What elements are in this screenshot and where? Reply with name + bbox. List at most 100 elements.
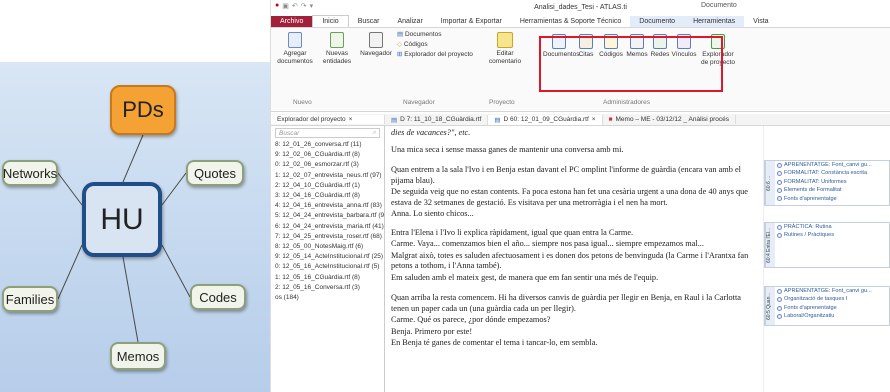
- list-item[interactable]: 8: 12_01_26_conversa.rtf (11): [271, 140, 384, 150]
- menu-bar: Archivo Inicio Buscar Analizar Importar …: [271, 14, 890, 28]
- tab-memo-label: Memo – ME - 03/12/12 _ Anàlisi procés: [615, 116, 729, 123]
- code-label[interactable]: FORMALITAT: Constància escrita: [777, 169, 889, 177]
- code-icon: [777, 196, 782, 202]
- tab-herramientas[interactable]: Herramientas: [684, 16, 745, 27]
- list-item[interactable]: 9: 12_02_06_CGuàrdia.rtf (8): [271, 150, 384, 160]
- paragraph: Anna. Lo siento chicos...: [391, 209, 474, 218]
- tab-buscar[interactable]: Buscar: [349, 16, 389, 27]
- redo-icon[interactable]: ↷: [301, 2, 307, 10]
- quotation-label: 60:5 Quan...: [765, 287, 775, 325]
- code-label[interactable]: Fonts d'aprenentatge: [777, 304, 889, 312]
- edit-comment-icon: [497, 32, 513, 48]
- tab-doc-60[interactable]: ▤ D 60: 12_01_09_CGuàrdia.rtf ×: [488, 114, 603, 125]
- paragraph: De seguida veig que no estan contents. F…: [391, 187, 748, 207]
- tab-explorer-label: Explorador del proyecto: [277, 116, 346, 123]
- code-icon: [777, 171, 782, 177]
- documentos-nav-button[interactable]: ▤ Documentos: [397, 31, 477, 39]
- code-label[interactable]: PRÀCTICA: Rutina: [777, 223, 889, 231]
- code-label[interactable]: Elements de Formalitat: [777, 186, 889, 194]
- agregar-label: Agregar documentos: [277, 50, 313, 65]
- highlight-box: [539, 36, 723, 92]
- list-item[interactable]: os (184): [271, 293, 384, 303]
- tab-memo[interactable]: ■ Memo – ME - 03/12/12 _ Anàlisi procés: [603, 115, 736, 124]
- tab-doc-7[interactable]: ▤ D 7: 11_10_18_CGuàrdia.rtf: [385, 114, 489, 125]
- node-pds: PDs: [110, 85, 176, 135]
- search-icon: ⌕: [372, 129, 376, 136]
- window-title: Analisi_dades_Tesi - ATLAS.ti: [534, 3, 627, 11]
- code-icon: [777, 297, 782, 303]
- memo-icon: ■: [608, 116, 613, 123]
- codigos-nav-button[interactable]: ◇ Códigos: [397, 41, 477, 49]
- list-item[interactable]: 1: 12_02_07_entrevista_neus.rtf (97): [271, 171, 384, 181]
- tab-importar[interactable]: Importar & Exportar: [432, 16, 511, 27]
- code-icon: [777, 288, 782, 294]
- paragraph: Benja. Primero por este!: [391, 326, 473, 336]
- tab-analizar[interactable]: Analizar: [388, 16, 431, 27]
- tab-inicio[interactable]: Inicio: [312, 15, 349, 27]
- save-icon[interactable]: ▣: [282, 2, 289, 10]
- undo-icon[interactable]: ↶: [292, 2, 298, 10]
- code-text: Fonts d'aprenentatge: [784, 304, 837, 311]
- paragraph: Quan entrem a la sala l'Ivo i en Benja e…: [391, 165, 741, 185]
- list-item[interactable]: 2: 12_05_16_Conversa.rtf (3): [271, 283, 384, 293]
- search-placeholder: Buscar: [279, 129, 300, 137]
- list-item[interactable]: 1: 12_05_16_CGuàrdia.rtf (8): [271, 273, 384, 283]
- navigator-icon: [369, 32, 383, 48]
- code-label[interactable]: Rutines / Pràctiques: [777, 231, 889, 239]
- code-label[interactable]: Fonts d'aprenentatge: [777, 195, 889, 203]
- list-item[interactable]: 5: 12_04_24_entrevista_barbara.rtf (9: [271, 211, 384, 221]
- context-tab-label: Documento: [701, 2, 737, 9]
- codigos-nav-label: Códigos: [403, 41, 428, 48]
- nuevas-entidades-button[interactable]: Nuevas entidades: [317, 32, 357, 66]
- quotation-label: 60:6 ...: [765, 161, 775, 205]
- list-item[interactable]: 0: 12_05_16_ActeInstitucional.rtf (5): [271, 262, 384, 272]
- navegador-button[interactable]: Navegador: [359, 32, 393, 58]
- app-icon[interactable]: ●: [275, 2, 279, 10]
- list-item[interactable]: 3: 12_04_16_CGuàrdia.rtf (8): [271, 191, 384, 201]
- code-label[interactable]: APRENENTATGE: Font_canvi gu...: [777, 161, 889, 169]
- coding-block[interactable]: 60:4 Entra l'El... PRÀCTICA: Rutina Ruti…: [764, 222, 890, 268]
- editar-label: Editar comentario: [488, 50, 522, 65]
- node-memos: Memos: [110, 342, 166, 370]
- code-text: FORMALITAT: Uniformes: [784, 178, 847, 185]
- code-label[interactable]: Laboral/Organitzatiu: [777, 312, 889, 320]
- document-icon: ▤: [494, 116, 501, 124]
- close-icon[interactable]: ×: [349, 116, 353, 123]
- tab-vista[interactable]: Vista: [744, 16, 777, 27]
- node-hu: HU: [82, 182, 162, 257]
- explorador-nav-button[interactable]: ⊞ Explorador del proyecto: [397, 51, 481, 59]
- list-item[interactable]: 6: 12_04_24_entrevista_maria.rtf (41): [271, 222, 384, 232]
- tab-project-explorer[interactable]: Explorador del proyecto ×: [271, 115, 385, 124]
- coding-block[interactable]: 60:5 Quan... APRENENTATGE: Font_canvi gu…: [764, 286, 890, 326]
- code-text: PRÀCTICA: Rutina: [784, 224, 832, 230]
- list-item[interactable]: 8: 12_05_00_NotesMaig.rtf (6): [271, 242, 384, 252]
- agregar-documentos-button[interactable]: Agregar documentos: [275, 32, 315, 66]
- list-item[interactable]: 9: 12_05_14_ActeInstitucional.rtf (25): [271, 252, 384, 262]
- code-label[interactable]: FORMALITAT: Uniformes: [777, 178, 889, 186]
- tab-herramientas-soporte[interactable]: Herramientas & Soporte Técnico: [511, 16, 630, 27]
- close-icon[interactable]: ×: [592, 116, 596, 123]
- customize-icon[interactable]: ▾: [310, 2, 314, 10]
- search-input[interactable]: Buscar ⌕: [275, 128, 380, 138]
- code-text: APRENENTATGE: Font_canvi gu...: [784, 162, 872, 168]
- list-item[interactable]: 2: 12_04_10_CGuàrdia.rtf (1): [271, 181, 384, 191]
- tab-archivo[interactable]: Archivo: [271, 16, 313, 27]
- code-label[interactable]: APRENENTATGE: Font_canvi gu...: [777, 287, 889, 295]
- editar-comentario-button[interactable]: Editar comentario: [485, 32, 525, 66]
- document-icon: ▤: [391, 116, 398, 124]
- code-text: Elements de Formalitat: [784, 187, 842, 194]
- explorer-icon: ⊞: [397, 51, 403, 58]
- margin-area: 60:6 ... APRENENTATGE: Font_canvi gu... …: [763, 126, 890, 392]
- code-label[interactable]: Organització de tasques I: [777, 295, 889, 303]
- tab-documento[interactable]: Documento: [630, 16, 685, 27]
- paragraph: Carme. Qué os parece, ¿por dónde empezam…: [391, 315, 551, 324]
- node-codes: Codes: [190, 284, 246, 310]
- document-text[interactable]: dies de vacances?", etc. Una mica seca i…: [387, 126, 761, 392]
- coding-block[interactable]: 60:6 ... APRENENTATGE: Font_canvi gu... …: [764, 160, 890, 206]
- documentos-nav-label: Documentos: [404, 31, 442, 38]
- list-item[interactable]: 7: 12_04_25_entrevista_roser.rtf (68): [271, 232, 384, 242]
- list-item[interactable]: 4: 12_04_16_entrevista_anna.rtf (83): [271, 201, 384, 211]
- navegador-label: Navegador: [360, 50, 392, 57]
- list-item[interactable]: 0: 12_02_06_esmorzar.rtf (3): [271, 160, 384, 170]
- paragraph: Malgrat això, totes es saluden afectuosa…: [391, 250, 749, 271]
